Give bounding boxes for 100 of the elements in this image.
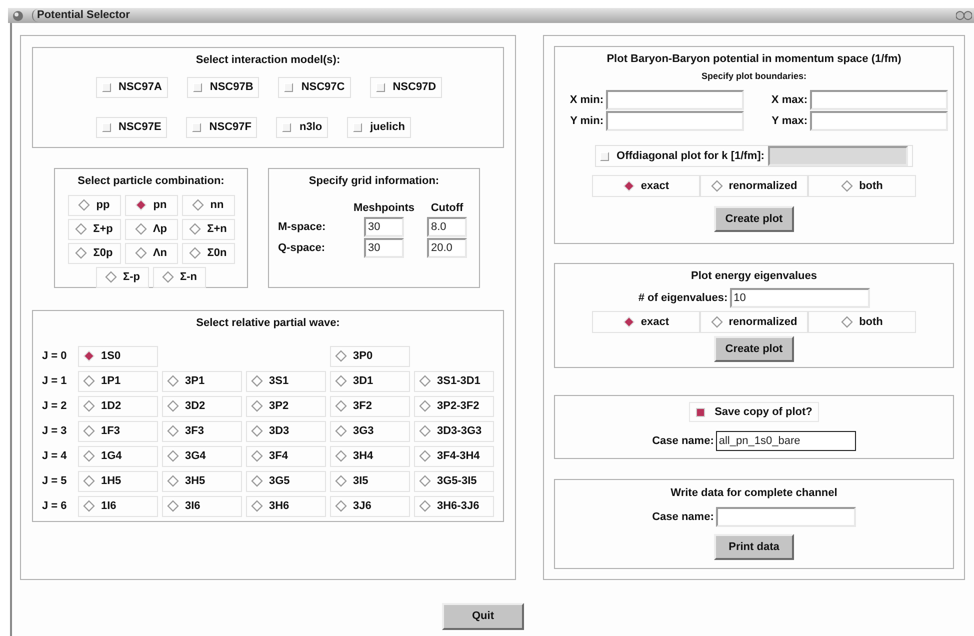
radio-button[interactable]: 1I6 (78, 496, 158, 516)
radio-button[interactable]: 1D2 (78, 396, 158, 416)
bound-field[interactable] (810, 90, 948, 110)
radio-button[interactable]: 3I6 (162, 496, 242, 516)
row-label: M-space: (277, 220, 327, 235)
row-label: J = 1 (42, 374, 68, 389)
radio-button[interactable]: 3P2 (246, 396, 326, 416)
row-label: J = 3 (42, 424, 68, 439)
group-title: Specify grid information: (308, 174, 440, 189)
radio-button[interactable]: 3I5 (330, 470, 410, 492)
radio-button[interactable]: 3G3 (330, 420, 410, 442)
field-label: Y min: (569, 114, 604, 129)
radio-button[interactable]: 3H6-3J6 (414, 496, 494, 516)
radio-button[interactable]: 1P1 (78, 370, 158, 392)
radio-button[interactable]: 1G4 (78, 446, 158, 466)
model-checkbox[interactable]: juelich (347, 116, 411, 138)
eigenvalue-field[interactable]: 10 (730, 288, 870, 308)
row-label: J = 4 (42, 448, 68, 464)
case-name-field[interactable] (716, 507, 856, 528)
window-menu-icon[interactable] (12, 10, 24, 22)
radio-button[interactable]: Λn (124, 242, 178, 264)
grid-field[interactable]: 30 (364, 217, 404, 237)
radio-button[interactable]: 3F2 (330, 396, 410, 416)
model-checkbox[interactable]: NSC97F (186, 116, 258, 138)
radio-button[interactable]: Σ0n (182, 242, 234, 264)
row-label: Q-space: (277, 240, 326, 256)
radio-button[interactable]: 3D3-3G3 (414, 420, 494, 442)
radio-button[interactable]: 3F3 (162, 420, 242, 442)
grid-field[interactable]: 8.0 (427, 217, 467, 237)
group-title: Select relative partial wave: (196, 316, 340, 331)
radio-button[interactable]: 3J6 (330, 496, 410, 516)
radio-button[interactable]: renormalized (700, 311, 808, 334)
radio-button[interactable]: 3H6 (246, 496, 326, 516)
radio-button[interactable]: pn (124, 194, 178, 216)
field-label: X max: (770, 92, 808, 108)
window-title: Potential Selector (32, 9, 134, 22)
radio-button[interactable]: 3H4 (330, 446, 410, 466)
radio-button[interactable]: 3G5-3I5 (414, 470, 494, 492)
case-name-field[interactable]: all_pn_1s0_bare (716, 431, 856, 451)
radio-button[interactable]: Σ0p (68, 242, 120, 264)
radio-button[interactable]: both (808, 311, 916, 334)
radio-button[interactable]: 3P0 (330, 346, 410, 366)
group-title: Select interaction model(s): (196, 53, 340, 68)
radio-button[interactable]: Σ+p (68, 218, 120, 240)
group-title: Plot Baryon-Baryon potential in momentum space (1/fm) (606, 52, 902, 67)
radio-button[interactable]: 3S1 (246, 370, 326, 392)
radio-button[interactable]: Λp (124, 218, 178, 240)
model-checkbox[interactable]: NSC97A (96, 76, 168, 98)
group-title: Write data for complete channel (670, 486, 838, 501)
radio-button[interactable]: 3F4 (246, 446, 326, 466)
column-header: Cutoff (430, 200, 464, 216)
radio-button[interactable]: 3D2 (162, 396, 242, 416)
bound-field[interactable] (606, 111, 744, 131)
radio-button[interactable]: exact (592, 311, 700, 334)
radio-button[interactable]: renormalized (700, 175, 808, 197)
group-title: Plot energy eigenvalues (691, 268, 817, 284)
radio-button[interactable]: 1S0 (78, 346, 158, 366)
radio-button[interactable]: 3D3 (246, 420, 326, 442)
field-label: Case name: (652, 510, 714, 525)
field-label: Y max: (770, 114, 808, 129)
row-label: J = 6 (42, 498, 68, 514)
save-checkbox[interactable]: Save copy of plot? (688, 402, 820, 422)
model-checkbox[interactable]: NSC97D (370, 76, 442, 98)
radio-button[interactable]: Σ+n (182, 218, 234, 240)
radio-button[interactable]: 3G4 (162, 446, 242, 466)
radio-button[interactable]: nn (182, 194, 234, 216)
radio-button[interactable]: exact (592, 175, 700, 197)
create-plot-button[interactable]: Print data (714, 534, 794, 560)
radio-button[interactable]: pp (68, 194, 120, 216)
quit-button[interactable]: Quit (442, 603, 524, 630)
create-plot-button[interactable]: Create plot (714, 336, 794, 362)
radio-button[interactable]: Σ-p (96, 266, 149, 288)
model-checkbox[interactable]: NSC97B (186, 76, 260, 98)
radio-button[interactable]: Σ-n (153, 266, 206, 288)
grid-field[interactable]: 20.0 (427, 238, 467, 258)
bound-field[interactable] (810, 111, 948, 131)
radio-button[interactable]: 1F3 (78, 420, 158, 442)
radio-button[interactable]: 3H5 (162, 470, 242, 492)
bound-field[interactable] (606, 90, 744, 110)
grid-field[interactable]: 30 (364, 238, 404, 258)
group-subtitle: Specify plot boundaries: (701, 70, 806, 83)
row-label: J = 5 (42, 474, 68, 489)
radio-button[interactable]: 3S1-3D1 (414, 370, 494, 392)
create-plot-button[interactable]: Create plot (714, 206, 794, 232)
radio-button[interactable]: both (808, 175, 916, 197)
column-header: Meshpoints (352, 200, 416, 216)
field-label: Case name: (652, 434, 714, 449)
radio-button[interactable]: 1H5 (78, 470, 158, 492)
radio-button[interactable]: 3F4-3H4 (414, 446, 494, 466)
row-label: J = 0 (42, 348, 68, 364)
row-label: J = 2 (42, 398, 68, 414)
model-checkbox[interactable]: NSC97C (278, 76, 351, 98)
radio-button[interactable]: 3G5 (246, 470, 326, 492)
model-checkbox[interactable]: n3lo (276, 116, 328, 138)
model-checkbox[interactable]: NSC97E (96, 116, 168, 138)
radio-button[interactable]: 3D1 (330, 370, 410, 392)
radio-button[interactable]: 3P2-3F2 (414, 396, 494, 416)
field-label: X min: (568, 92, 604, 108)
radio-button[interactable]: 3P1 (162, 370, 242, 392)
window-controls-icon[interactable] (956, 10, 972, 21)
